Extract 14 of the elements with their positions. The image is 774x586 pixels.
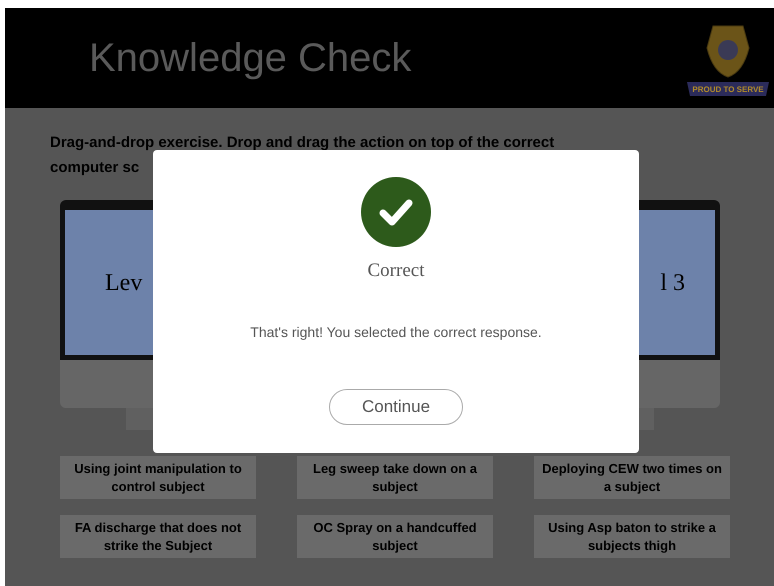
- action-tile[interactable]: Leg sweep take down on a subject: [297, 456, 493, 499]
- monitor-label: l 3: [660, 268, 685, 298]
- check-icon: [361, 177, 431, 247]
- action-tile[interactable]: FA discharge that does not strike the Subject: [60, 515, 256, 558]
- action-tile[interactable]: Using joint manipulation to control subject: [60, 456, 256, 499]
- dialog-title: Correct: [368, 259, 424, 283]
- action-tile[interactable]: Using Asp baton to strike a subjects thigh: [534, 515, 730, 558]
- action-tile[interactable]: Deploying CEW two times on a subject: [534, 456, 730, 499]
- dialog-message: That's right! You selected the correct response.: [250, 322, 542, 342]
- page-title: Knowledge Check: [89, 35, 412, 82]
- continue-button[interactable]: Continue: [329, 388, 463, 424]
- monitor-label: Lev: [105, 268, 142, 298]
- action-tile[interactable]: OC Spray on a handcuffed subject: [297, 515, 493, 558]
- instructions-text: Drag-and-drop exercise. Drop and drag the action on top of the correct computer sc: [50, 133, 556, 178]
